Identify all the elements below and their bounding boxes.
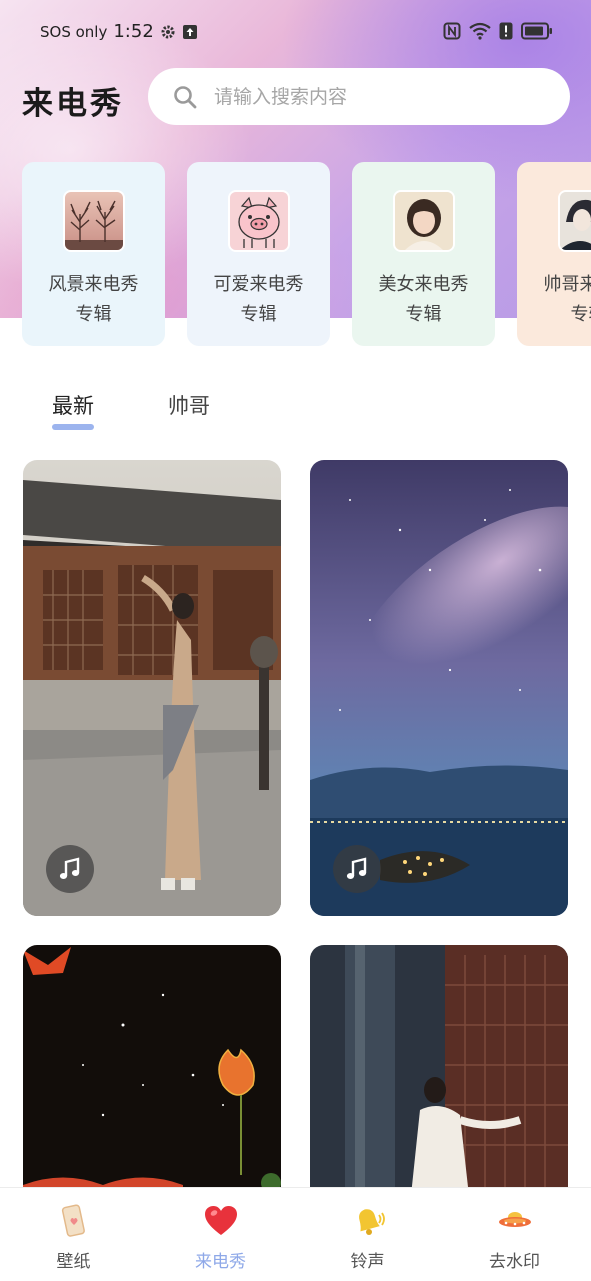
pig-cartoon-thumbnail xyxy=(228,190,290,252)
album-subtitle: 专辑 xyxy=(517,300,591,330)
album-name: 帅哥来电秀 xyxy=(517,270,591,300)
search-icon xyxy=(172,84,198,110)
wifi-icon xyxy=(469,22,491,44)
nav-label: 铃声 xyxy=(294,1247,441,1272)
nfc-icon xyxy=(443,22,461,44)
battery-icon xyxy=(521,22,553,44)
wallpaper-icon xyxy=(56,1203,92,1239)
album-name: 风景来电秀 xyxy=(22,270,165,300)
album-subtitle: 专辑 xyxy=(352,300,495,330)
tab-label: 最新 xyxy=(52,394,94,418)
ufo-icon xyxy=(497,1203,533,1239)
album-name: 可爱来电秀 xyxy=(187,270,330,300)
bottom-navigation: 壁纸 来电秀 铃声 去水印 xyxy=(0,1187,591,1281)
wallpaper-card-starry-night[interactable] xyxy=(310,460,568,916)
album-card-handsome[interactable]: 帅哥来电秀 专辑 xyxy=(517,162,591,346)
alert-icon xyxy=(499,22,513,44)
album-carousel[interactable]: 风景来电秀 专辑 可爱来电秀 专辑 xyxy=(0,162,591,348)
search-input[interactable] xyxy=(212,85,546,109)
nav-label: 壁纸 xyxy=(0,1247,147,1272)
album-name: 美女来电秀 xyxy=(352,270,495,300)
anime-boys-thumbnail xyxy=(558,190,591,252)
tab-handsome[interactable]: 帅哥 xyxy=(168,390,210,430)
clock: 1:52 xyxy=(113,21,153,42)
carrier-label: SOS only xyxy=(40,23,107,41)
tree-photo-thumbnail xyxy=(63,190,125,252)
moon-lotus-image xyxy=(23,945,281,1205)
wallpaper-card-woman-courtyard[interactable] xyxy=(23,460,281,916)
page-title: 来电秀 xyxy=(22,78,124,123)
heart-icon xyxy=(203,1203,239,1239)
album-subtitle: 专辑 xyxy=(187,300,330,330)
nav-item-ringtone[interactable]: 铃声 xyxy=(294,1188,441,1281)
tab-latest[interactable]: 最新 xyxy=(52,390,94,430)
album-card-cute[interactable]: 可爱来电秀 专辑 xyxy=(187,162,330,346)
upload-notification-icon xyxy=(182,24,198,40)
status-bar: SOS only 1:52 xyxy=(0,0,591,66)
nav-label: 去水印 xyxy=(441,1247,588,1272)
music-note-icon[interactable] xyxy=(333,845,381,893)
settings-gear-icon xyxy=(160,24,176,40)
album-card-scenery[interactable]: 风景来电秀 专辑 xyxy=(22,162,165,346)
search-bar[interactable] xyxy=(148,68,570,125)
tab-label: 帅哥 xyxy=(168,394,210,418)
nav-item-remove-watermark[interactable]: 去水印 xyxy=(441,1188,588,1281)
bell-icon xyxy=(350,1203,386,1239)
nav-item-wallpaper[interactable]: 壁纸 xyxy=(0,1188,147,1281)
nav-item-call-show[interactable]: 来电秀 xyxy=(147,1188,294,1281)
woman-temple-image xyxy=(310,945,568,1205)
wallpaper-card-woman-temple[interactable] xyxy=(310,945,568,1205)
girl-portrait-thumbnail xyxy=(393,190,455,252)
wallpaper-card-moon-lotus[interactable] xyxy=(23,945,281,1205)
nav-label: 来电秀 xyxy=(147,1247,294,1272)
album-card-beauty[interactable]: 美女来电秀 专辑 xyxy=(352,162,495,346)
category-tabs: 最新 帅哥 xyxy=(52,390,210,430)
music-note-icon[interactable] xyxy=(46,845,94,893)
album-subtitle: 专辑 xyxy=(22,300,165,330)
tab-active-indicator xyxy=(52,424,94,430)
